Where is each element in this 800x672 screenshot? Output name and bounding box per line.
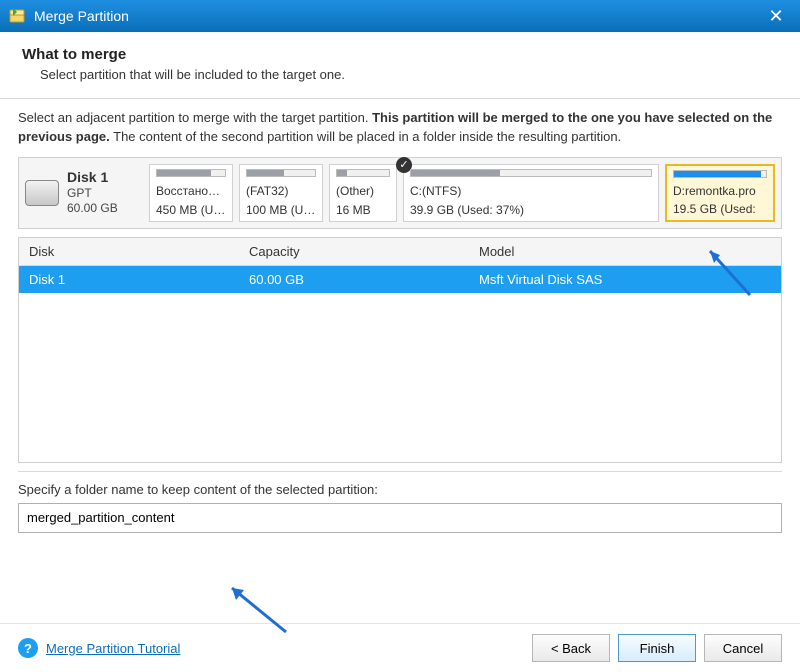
col-header-capacity[interactable]: Capacity (239, 238, 469, 265)
partition-sub: 450 MB (Use (156, 203, 226, 217)
folder-name-input[interactable] (18, 503, 782, 533)
partition-sub: 16 MB (336, 203, 390, 217)
window-title: Merge Partition (34, 8, 756, 24)
content-area: Select an adjacent partition to merge wi… (0, 99, 800, 533)
disk-icon (25, 180, 59, 206)
folder-label: Specify a folder name to keep content of… (18, 482, 782, 497)
partition-c-ntfs[interactable]: ✓ C:(NTFS) 39.9 GB (Used: 37%) (403, 164, 659, 222)
page-subtitle: Select partition that will be included t… (22, 67, 778, 82)
close-button[interactable]: ✕ (756, 0, 796, 32)
finish-button[interactable]: Finish (618, 634, 696, 662)
partition-strip: Disk 1 GPT 60.00 GB Восстановит 450 MB (… (18, 157, 782, 229)
partition-label: C:(NTFS) (410, 184, 652, 198)
table-row[interactable]: Disk 1 60.00 GB Msft Virtual Disk SAS (19, 266, 781, 293)
instruction-tail: The content of the second partition will… (110, 129, 621, 144)
col-header-model[interactable]: Model (469, 238, 781, 265)
page-title: What to merge (22, 46, 778, 63)
close-icon: ✕ (768, 6, 783, 27)
disk-name: Disk 1 (67, 169, 118, 187)
col-header-disk[interactable]: Disk (19, 238, 239, 265)
partition-d-selected[interactable]: D:remontka.pro 19.5 GB (Used: (665, 164, 775, 222)
folder-block: Specify a folder name to keep content of… (18, 482, 782, 533)
tutorial-link[interactable]: Merge Partition Tutorial (46, 641, 180, 656)
partition-sub: 39.9 GB (Used: 37%) (410, 203, 652, 217)
cell-disk: Disk 1 (19, 266, 239, 293)
wizard-header: What to merge Select partition that will… (0, 32, 800, 92)
cell-model: Msft Virtual Disk SAS (469, 266, 781, 293)
table-header-row: Disk Capacity Model (19, 238, 781, 266)
back-button[interactable]: < Back (532, 634, 610, 662)
disk-scheme: GPT (67, 186, 118, 201)
disk-table: Disk Capacity Model Disk 1 60.00 GB Msft… (18, 237, 782, 463)
partition-sub: 100 MB (Use (246, 203, 316, 217)
partition-label: (Other) (336, 184, 390, 198)
partition-label: D:remontka.pro (673, 184, 767, 198)
partition-sub: 19.5 GB (Used: (673, 202, 767, 216)
divider (18, 471, 782, 472)
instruction-text: Select an adjacent partition to merge wi… (18, 109, 782, 147)
help-icon: ? (18, 638, 38, 658)
partition-recovery[interactable]: Восстановит 450 MB (Use (149, 164, 233, 222)
footer: ? Merge Partition Tutorial < Back Finish… (0, 623, 800, 672)
disk-size: 60.00 GB (67, 201, 118, 216)
partition-label: (FAT32) (246, 184, 316, 198)
cell-capacity: 60.00 GB (239, 266, 469, 293)
cancel-button[interactable]: Cancel (704, 634, 782, 662)
instruction-lead: Select an adjacent partition to merge wi… (18, 110, 372, 125)
title-bar: Merge Partition ✕ (0, 0, 800, 32)
partition-label: Восстановит (156, 184, 226, 198)
disk-summary: Disk 1 GPT 60.00 GB (25, 164, 143, 222)
help-link-group: ? Merge Partition Tutorial (18, 638, 180, 658)
app-icon (8, 7, 26, 25)
partition-fat32[interactable]: (FAT32) 100 MB (Use (239, 164, 323, 222)
partition-other[interactable]: (Other) 16 MB (329, 164, 397, 222)
